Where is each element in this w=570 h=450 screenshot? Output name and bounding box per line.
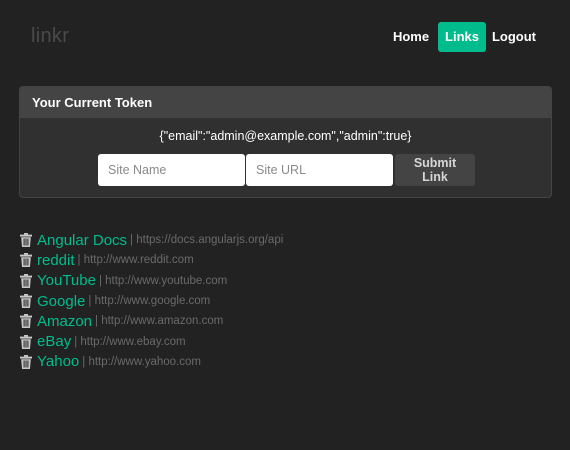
token-panel: Your Current Token {"email":"admin@examp… — [19, 86, 552, 198]
trash-icon[interactable] — [20, 334, 32, 349]
trash-icon[interactable] — [20, 273, 32, 288]
panel-title: Your Current Token — [20, 87, 551, 118]
nav-logout-link[interactable]: Logout — [487, 22, 541, 52]
trash-icon[interactable] — [20, 253, 32, 268]
list-item: Google | http://www.google.com — [20, 291, 283, 311]
nav-links-link[interactable]: Links — [438, 22, 486, 52]
link-title[interactable]: Yahoo — [37, 353, 79, 370]
link-url: | http://www.yahoo.com — [82, 355, 201, 368]
link-title[interactable]: Amazon — [37, 313, 92, 330]
link-url: | http://www.google.com — [88, 295, 211, 308]
list-item: Yahoo | http://www.yahoo.com — [20, 352, 283, 372]
link-title[interactable]: eBay — [37, 333, 71, 350]
submit-link-button[interactable]: Submit Link — [395, 154, 475, 186]
link-url: | http://www.reddit.com — [77, 254, 194, 267]
link-url: | http://www.ebay.com — [74, 335, 186, 348]
navbar: linkr Home Links Logout — [0, 0, 570, 76]
link-title[interactable]: reddit — [37, 252, 75, 269]
link-url: | http://www.youtube.com — [98, 274, 228, 287]
link-title[interactable]: Google — [37, 293, 85, 310]
trash-icon[interactable] — [20, 294, 32, 309]
trash-icon[interactable] — [20, 354, 32, 369]
nav-home-link[interactable]: Home — [385, 22, 437, 52]
site-name-input[interactable] — [98, 154, 245, 186]
list-item: eBay | http://www.ebay.com — [20, 331, 283, 351]
link-title[interactable]: Angular Docs — [37, 232, 127, 249]
link-url: | https://docs.angularjs.org/api — [130, 234, 284, 247]
list-item: YouTube | http://www.youtube.com — [20, 271, 283, 291]
token-value: {"email":"admin@example.com","admin":tru… — [159, 129, 412, 143]
list-item: Amazon | http://www.amazon.com — [20, 311, 283, 331]
link-list: Angular Docs | https://docs.angularjs.or… — [20, 230, 283, 372]
link-url: | http://www.amazon.com — [95, 315, 224, 328]
link-title[interactable]: YouTube — [37, 272, 96, 289]
trash-icon[interactable] — [20, 233, 32, 248]
trash-icon[interactable] — [20, 314, 32, 329]
brand-logo[interactable]: linkr — [31, 25, 69, 48]
site-url-input[interactable] — [246, 154, 393, 186]
list-item: Angular Docs | https://docs.angularjs.or… — [20, 230, 283, 250]
list-item: reddit | http://www.reddit.com — [20, 250, 283, 270]
